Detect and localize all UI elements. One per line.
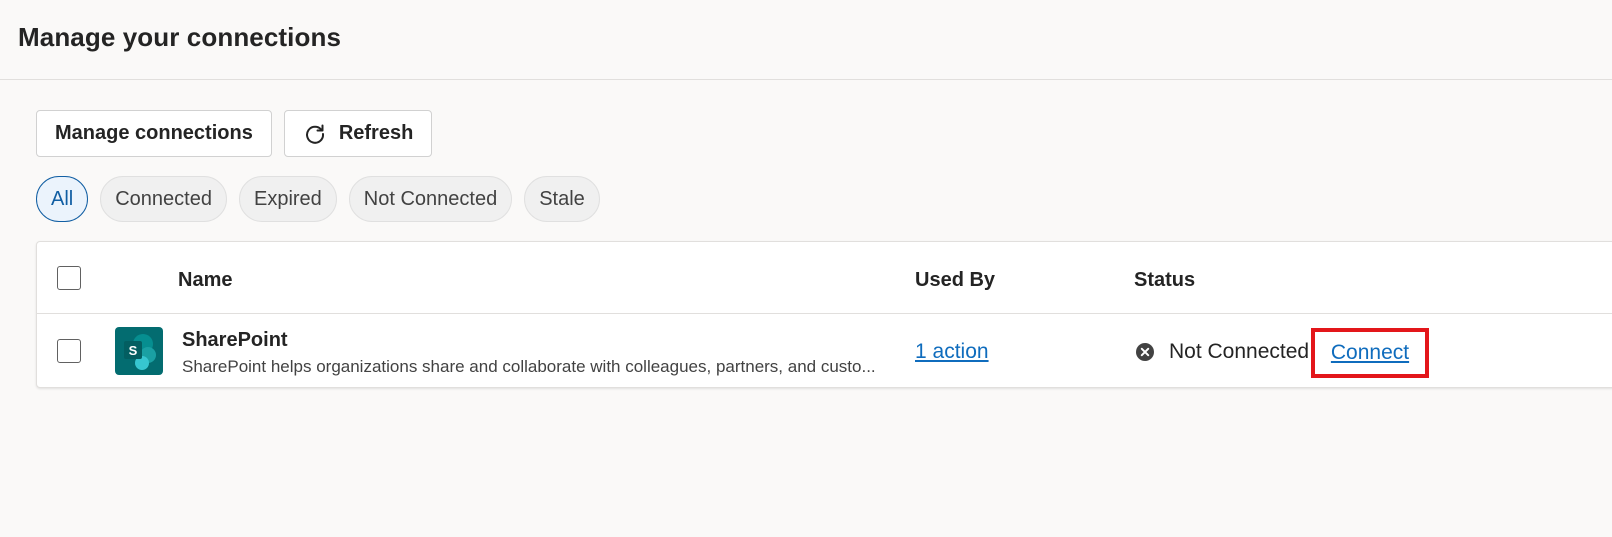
error-circle-icon xyxy=(1135,342,1155,362)
refresh-label: Refresh xyxy=(338,122,414,144)
column-header-used-by[interactable]: Used By xyxy=(915,269,995,292)
connect-highlight-box: Connect xyxy=(1311,328,1429,378)
manage-connections-label: Manage connections xyxy=(55,122,253,144)
page-title: Manage your connections xyxy=(18,22,342,52)
svg-text:S: S xyxy=(129,343,138,358)
filter-all[interactable]: All xyxy=(36,176,89,222)
refresh-button[interactable]: Refresh xyxy=(283,110,433,157)
status-filters: All Connected Expired Not Connected Stal… xyxy=(36,176,600,222)
table-row: S SharePoint SharePoint helps organizati… xyxy=(37,315,1612,388)
column-header-name[interactable]: Name xyxy=(178,269,232,292)
filter-expired[interactable]: Expired xyxy=(238,176,337,222)
refresh-icon xyxy=(303,122,327,146)
filter-stale[interactable]: Stale xyxy=(524,176,600,222)
toolbar: Manage connections Refresh xyxy=(36,110,433,157)
status-text: Not Connected xyxy=(1169,340,1310,363)
connect-link[interactable]: Connect xyxy=(1331,341,1409,365)
row-checkbox[interactable] xyxy=(57,339,81,363)
filter-not-connected[interactable]: Not Connected xyxy=(348,176,513,222)
page: Manage your connections Manage connectio… xyxy=(0,0,1612,537)
select-all-checkbox[interactable] xyxy=(57,266,81,290)
column-header-status[interactable]: Status xyxy=(1134,269,1195,292)
header: Manage your connections xyxy=(0,0,1612,80)
sharepoint-icon: S xyxy=(115,327,163,375)
connection-description: SharePoint helps organizations share and… xyxy=(182,357,876,376)
connections-table: Name Used By Status S SharePoint SharePo… xyxy=(36,241,1612,388)
table-header: Name Used By Status xyxy=(37,242,1612,314)
connection-name: SharePoint xyxy=(182,329,288,351)
manage-connections-button[interactable]: Manage connections xyxy=(36,110,272,157)
used-by-link[interactable]: 1 action xyxy=(915,340,989,364)
filter-connected[interactable]: Connected xyxy=(100,176,227,222)
